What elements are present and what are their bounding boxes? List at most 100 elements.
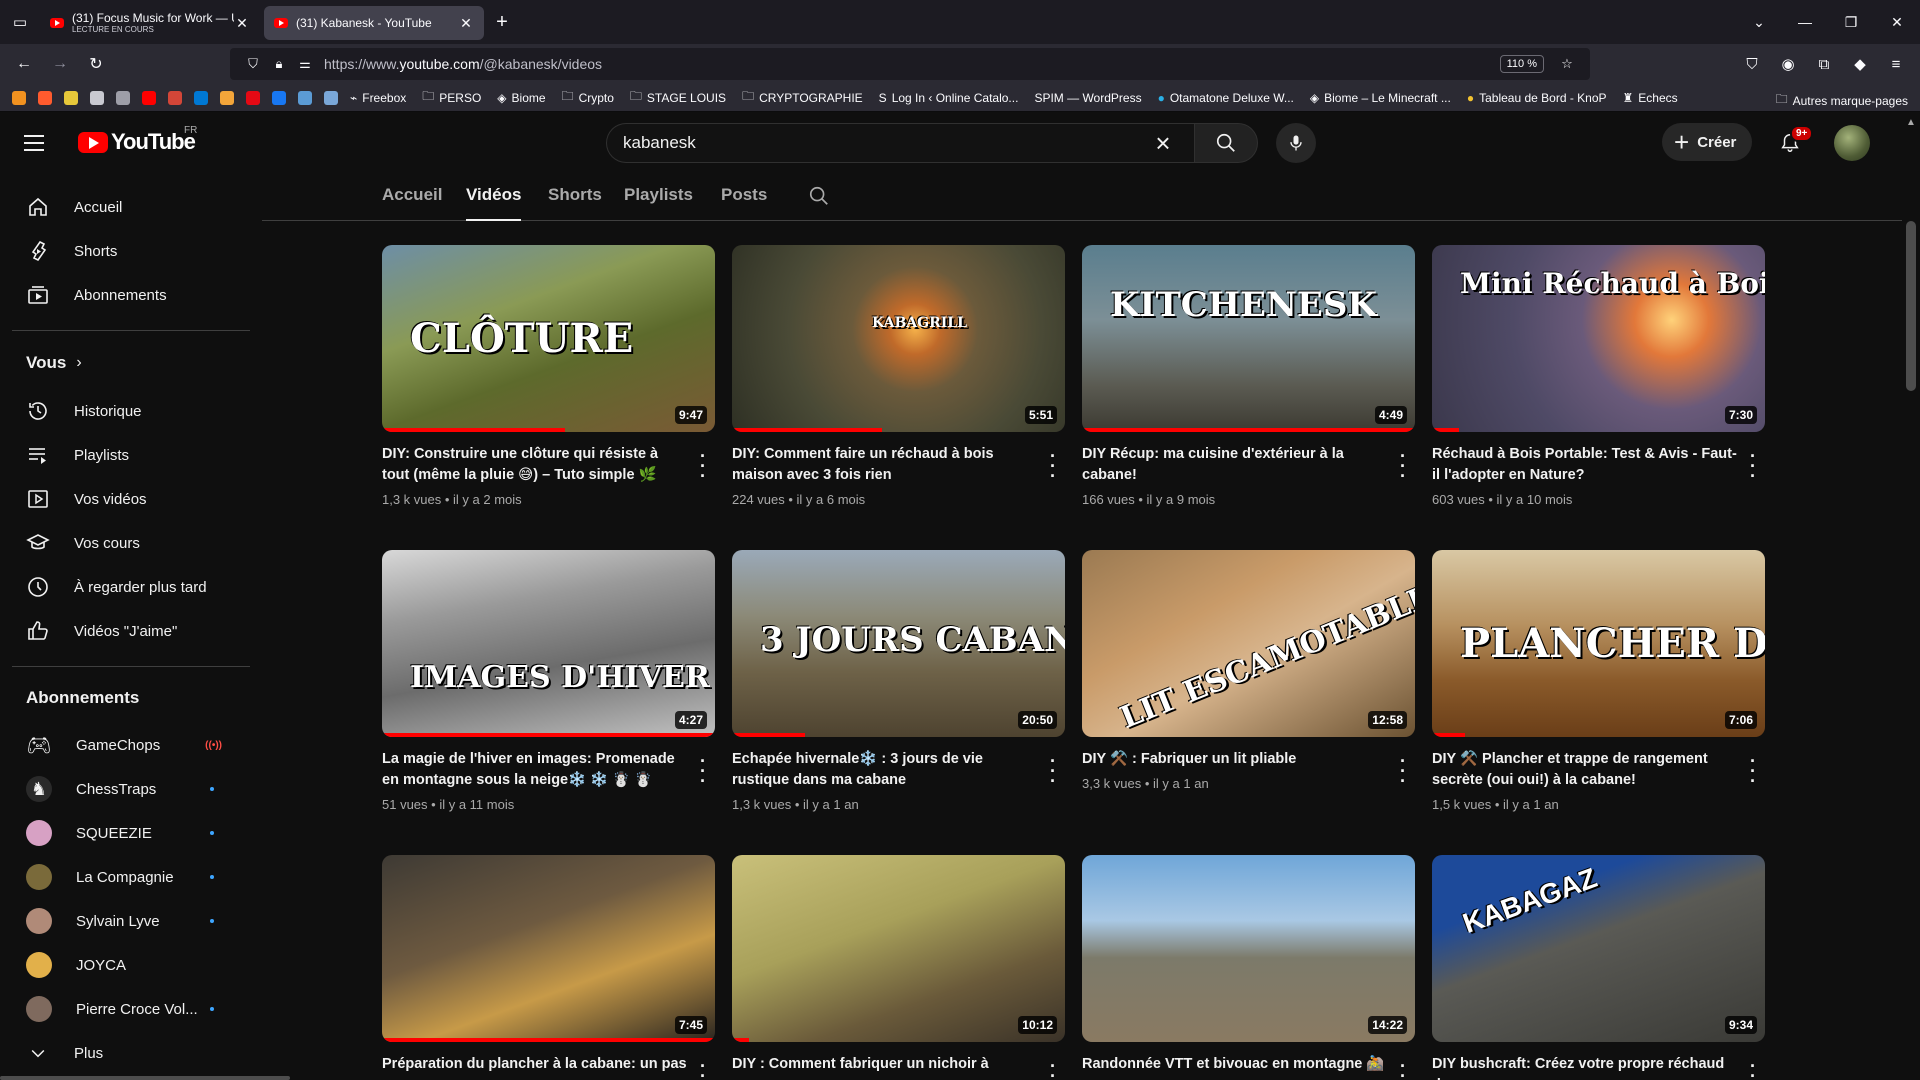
video-title[interactable]: La magie de l'hiver en images: Promenade… — [382, 749, 687, 791]
video-card[interactable]: PLANCHER DIY 7:06 DIY ⚒️ Plancher et trapp… — [1432, 550, 1765, 812]
more-actions-icon[interactable]: ··· — [1741, 447, 1765, 485]
browser-tab-kabanesk[interactable]: (31) Kabanesk - YouTube ✕ — [264, 6, 484, 40]
video-thumbnail[interactable]: KABAGAZ 9:34 — [1432, 855, 1765, 1042]
tab-shorts[interactable]: Shorts — [548, 173, 602, 221]
subscription-chesstraps[interactable]: ♞ ChessTraps — [12, 769, 250, 809]
video-thumbnail[interactable]: PLANCHER DIY 7:06 — [1432, 550, 1765, 737]
video-thumbnail[interactable]: Mini Réchaud à Bois 7:30 — [1432, 245, 1765, 432]
bookmark-freebox[interactable]: ⌁ Freebox — [350, 91, 406, 105]
guide-menu-icon[interactable] — [24, 129, 52, 157]
page-scrollbar[interactable]: ▲ — [1902, 113, 1920, 1080]
youtube-logo[interactable]: YouTube FR — [78, 125, 197, 155]
search-input[interactable] — [623, 133, 1148, 153]
bookmark-icon[interactable] — [298, 90, 312, 105]
bookmark-folder-perso[interactable]: 🗀 PERSO — [422, 87, 481, 108]
video-card[interactable]: IMAGES D'HIVER 4:27 La magie de l'hiver en… — [382, 550, 715, 812]
horizontal-scrollbar[interactable] — [0, 1076, 1920, 1080]
close-window-icon[interactable]: ✕ — [1874, 0, 1920, 44]
more-actions-icon[interactable]: ··· — [691, 752, 715, 790]
more-actions-icon[interactable]: ··· — [1741, 752, 1765, 790]
more-actions-icon[interactable]: ··· — [1391, 447, 1415, 485]
video-thumbnail[interactable]: 3 JOURS CABANE 20:50 — [732, 550, 1065, 737]
video-thumbnail[interactable]: LIT ESCAMOTABLE 12:58 — [1082, 550, 1415, 737]
close-tab-icon[interactable]: ✕ — [458, 15, 474, 32]
restore-icon[interactable]: ❐ — [1828, 0, 1874, 44]
video-title[interactable]: DIY ⚒️ Plancher et trappe de rangement s… — [1432, 749, 1737, 791]
video-card[interactable]: CLÔTURE 9:47 DIY: Construire une clôture q… — [382, 245, 715, 507]
create-button[interactable]: + Créer — [1662, 123, 1753, 161]
sidebar-section-vous[interactable]: Vous › — [26, 353, 82, 373]
amazon-icon[interactable] — [220, 90, 234, 105]
bookmark-icon[interactable] — [12, 90, 26, 105]
close-tab-icon[interactable]: ✕ — [234, 15, 250, 32]
bookmark-echecs[interactable]: ♜ Echecs — [1623, 91, 1678, 105]
new-tab-button[interactable]: + — [484, 0, 520, 44]
subscription-gamechops[interactable]: 🎮︎ GameChops ((•)) — [12, 725, 250, 765]
notifications-button[interactable]: 9+ — [1774, 125, 1814, 159]
back-arrow-icon[interactable]: ← — [6, 48, 42, 80]
sidebar-item-watch-later[interactable]: À regarder plus tard — [12, 567, 250, 607]
menu-icon[interactable]: ≡ — [1878, 48, 1914, 80]
tab-list-icon[interactable]: ▭ — [0, 0, 40, 44]
subscription-squeezie[interactable]: SQUEEZIE — [12, 813, 250, 853]
video-thumbnail[interactable]: 7:45 — [382, 855, 715, 1042]
subscription-la-compagnie[interactable]: La Compagnie — [12, 857, 250, 897]
bookmark-biome[interactable]: ◈ Biome — [497, 91, 545, 105]
bookmark-star-icon[interactable]: ☆ — [1554, 56, 1580, 72]
more-actions-icon[interactable]: ··· — [1041, 447, 1065, 485]
subscription-pierre-croce[interactable]: Pierre Croce Vol... — [12, 989, 250, 1029]
video-thumbnail[interactable]: KABAGRILL 5:51 — [732, 245, 1065, 432]
tab-posts[interactable]: Posts — [721, 173, 767, 221]
sidebar-item-abonnements[interactable]: Abonnements — [12, 275, 250, 315]
browser-tab-focus-music[interactable]: (31) Focus Music for Work — U LECTURE EN… — [40, 6, 260, 40]
tab-accueil[interactable]: Accueil — [382, 173, 442, 221]
bookmark-tableau-de-bord[interactable]: ● Tableau de Bord - KnoP — [1467, 91, 1607, 105]
video-title[interactable]: Préparation du plancher à la cabane: un … — [382, 1054, 687, 1075]
video-thumbnail[interactable]: CLÔTURE 9:47 — [382, 245, 715, 432]
video-title[interactable]: Réchaud à Bois Portable: Test & Avis - F… — [1432, 444, 1737, 486]
video-card[interactable]: KABAGAZ 9:34 DIY bushcraft: Créez votre pr… — [1432, 855, 1765, 1080]
bookmark-folder-cryptographie[interactable]: 🗀 CRYPTOGRAPHIE — [742, 87, 863, 108]
sidebar-item-liked-videos[interactable]: Vidéos "J'aime" — [12, 611, 250, 651]
video-title[interactable]: Echapée hivernale❄️ : 3 jours de vie rus… — [732, 749, 1037, 791]
facebook-icon[interactable] — [272, 90, 286, 105]
voice-search-button[interactable] — [1276, 123, 1316, 163]
tab-playlists[interactable]: Playlists — [624, 173, 693, 221]
more-actions-icon[interactable]: ··· — [1391, 752, 1415, 790]
account-avatar[interactable] — [1834, 125, 1870, 161]
video-thumbnail[interactable]: IMAGES D'HIVER 4:27 — [382, 550, 715, 737]
tab-videos[interactable]: Vidéos — [466, 173, 522, 221]
sidebar-show-more[interactable]: Plus — [12, 1033, 250, 1073]
video-card[interactable]: KABAGRILL 5:51 DIY: Comment faire un récha… — [732, 245, 1065, 507]
extensions-icon[interactable]: ⧉ — [1806, 48, 1842, 80]
sidebar-item-historique[interactable]: Historique — [12, 391, 250, 431]
address-bar[interactable]: ⛉ 🔒︎ ⚌ https://www.youtube.com/@kabanesk… — [230, 48, 1590, 80]
horizontal-scrollbar-thumb[interactable] — [0, 1076, 290, 1080]
video-card[interactable]: 7:45 Préparation du plancher à la cabane:… — [382, 855, 715, 1080]
account-icon[interactable]: ◉ — [1770, 48, 1806, 80]
bookmark-icon[interactable] — [38, 90, 52, 105]
sidebar-item-accueil[interactable]: Accueil — [12, 187, 250, 227]
extension-puzzle-icon[interactable]: ◆ — [1842, 48, 1878, 80]
scrollbar-thumb[interactable] — [1906, 221, 1916, 391]
minimize-icon[interactable]: — — [1782, 0, 1828, 44]
bookmark-spim-wordpress[interactable]: SPIM — WordPress — [1034, 91, 1141, 105]
subscription-joyca[interactable]: JOYCA — [12, 945, 250, 985]
bookmark-otamatone[interactable]: ● Otamatone Deluxe W... — [1158, 91, 1294, 105]
video-thumbnail[interactable]: 14:22 — [1082, 855, 1415, 1042]
zoom-level[interactable]: 110 % — [1499, 55, 1544, 73]
channel-search-button[interactable] — [808, 185, 830, 212]
video-card[interactable]: 14:22 Randonnée VTT et bivouac en montagn… — [1082, 855, 1415, 1080]
pocket-icon[interactable]: ⛉ — [1734, 48, 1770, 80]
netflix-icon[interactable] — [246, 90, 260, 105]
bookmark-folder-crypto[interactable]: 🗀 Crypto — [562, 87, 614, 108]
forward-arrow-icon[interactable]: → — [42, 48, 78, 80]
video-card[interactable]: KITCHENESK 4:49 DIY Récup: ma cuisine d'ex… — [1082, 245, 1415, 507]
video-card[interactable]: 3 JOURS CABANE 20:50 Echapée hivernale❄️ :… — [732, 550, 1065, 812]
video-card[interactable]: 10:12 DIY : Comment fabriquer un nichoir … — [732, 855, 1065, 1080]
search-button[interactable] — [1194, 123, 1258, 163]
outlook-icon[interactable] — [194, 90, 208, 105]
bookmark-folder-stage-louis[interactable]: 🗀 STAGE LOUIS — [630, 87, 726, 108]
video-title[interactable]: DIY: Comment faire un réchaud à bois mai… — [732, 444, 1037, 486]
scroll-up-icon[interactable]: ▲ — [1906, 117, 1916, 128]
